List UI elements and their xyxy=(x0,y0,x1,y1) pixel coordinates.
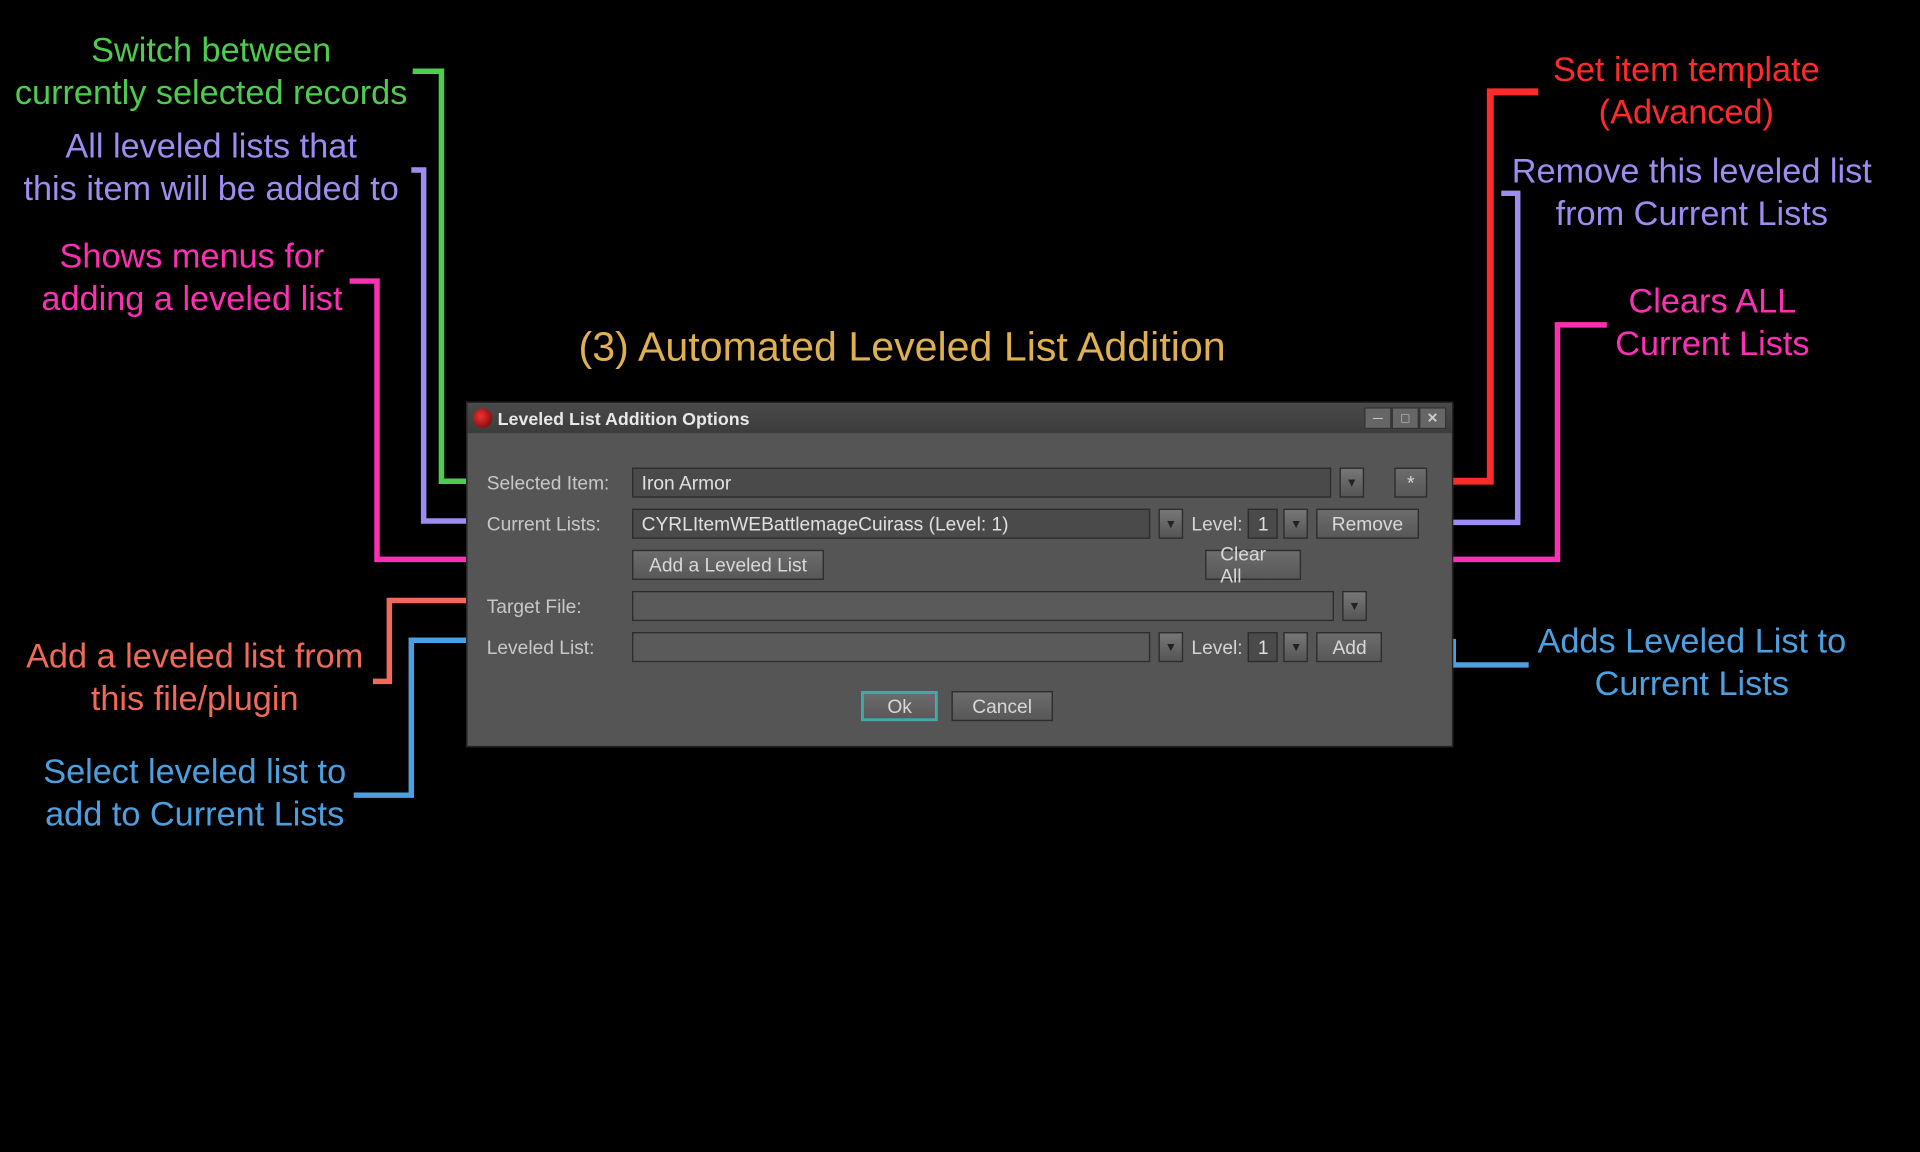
maximize-button[interactable]: □ xyxy=(1392,407,1419,429)
level-input-2[interactable]: 1 xyxy=(1248,632,1278,662)
ok-button[interactable]: Ok xyxy=(861,691,938,721)
leveled-list-label: Leveled List: xyxy=(487,636,624,658)
current-lists-label: Current Lists: xyxy=(487,513,624,535)
dialog-titlebar[interactable]: Leveled List Addition Options ─ □ ✕ xyxy=(468,403,1452,433)
template-button[interactable]: * xyxy=(1394,468,1427,498)
annotation-clears-all: Clears ALLCurrent Lists xyxy=(1612,281,1812,367)
add-button[interactable]: Add xyxy=(1317,632,1383,662)
leveled-list-dropdown[interactable] xyxy=(632,632,1150,662)
level-label-2: Level: xyxy=(1191,636,1242,658)
level-label-1: Level: xyxy=(1191,513,1242,535)
cancel-button[interactable]: Cancel xyxy=(952,691,1053,721)
selected-item-dropdown[interactable]: Iron Armor xyxy=(632,468,1331,498)
selected-item-label: Selected Item: xyxy=(487,472,624,494)
dialog-leveled-list-options: Leveled List Addition Options ─ □ ✕ Sele… xyxy=(466,402,1453,747)
level-input-1[interactable]: 1 xyxy=(1248,509,1278,539)
annotation-all-lists: All leveled lists thatthis item will be … xyxy=(11,126,411,212)
dialog-title: Leveled List Addition Options xyxy=(498,408,750,429)
add-leveled-list-button[interactable]: Add a Leveled List xyxy=(632,550,824,580)
app-icon xyxy=(473,409,492,428)
annotation-select-list: Select leveled list toadd to Current Lis… xyxy=(38,751,351,837)
current-lists-dropdown[interactable]: CYRLItemWEBattlemageCuirass (Level: 1) xyxy=(632,509,1150,539)
annotation-add-from-file: Add a leveled list fromthis file/plugin xyxy=(19,636,370,722)
target-file-drop-icon[interactable]: ▼ xyxy=(1342,591,1367,621)
leveled-list-drop-icon[interactable]: ▼ xyxy=(1158,632,1183,662)
target-file-label: Target File: xyxy=(487,595,624,617)
annotation-shows-menus: Shows menus foradding a leveled list xyxy=(33,236,351,322)
selected-item-drop-icon[interactable]: ▼ xyxy=(1339,468,1364,498)
annotation-switch-records: Switch betweencurrently selected records xyxy=(8,30,414,116)
level-2-drop-icon[interactable]: ▼ xyxy=(1284,632,1309,662)
page-title: (3) Automated Leveled List Addition xyxy=(579,325,1226,372)
annotation-set-template: Set item template(Advanced) xyxy=(1541,49,1832,135)
annotation-adds-list: Adds Leveled List toCurrent Lists xyxy=(1533,621,1851,707)
target-file-dropdown[interactable] xyxy=(632,591,1334,621)
clear-all-button[interactable]: Clear All xyxy=(1205,550,1301,580)
level-1-drop-icon[interactable]: ▼ xyxy=(1284,509,1309,539)
close-button[interactable]: ✕ xyxy=(1419,407,1446,429)
minimize-button[interactable]: ─ xyxy=(1364,407,1391,429)
current-lists-drop-icon[interactable]: ▼ xyxy=(1158,509,1183,539)
remove-button[interactable]: Remove xyxy=(1317,509,1419,539)
annotation-remove-this: Remove this leveled listfrom Current Lis… xyxy=(1505,151,1878,237)
